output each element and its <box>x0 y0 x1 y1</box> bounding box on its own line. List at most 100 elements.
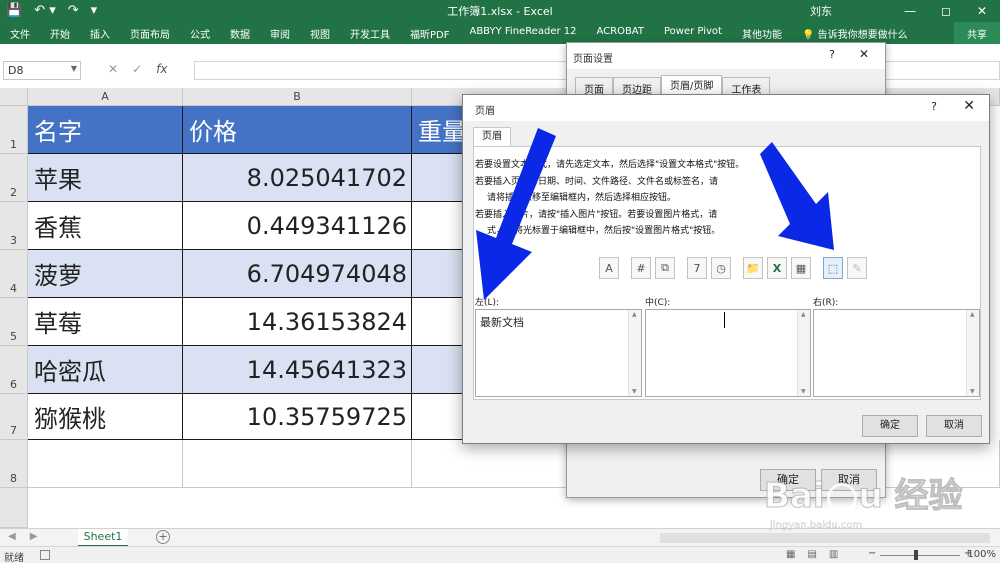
cell-b6[interactable]: 14.45641323 <box>183 346 412 394</box>
next-sheet-icon[interactable]: ▶ <box>30 531 38 542</box>
enter-icon[interactable]: ✓ <box>132 62 142 76</box>
restore-button[interactable]: ◻ <box>928 0 964 22</box>
center-section-input[interactable] <box>645 309 811 397</box>
center-section-scrollbar[interactable] <box>797 310 810 396</box>
header-close-button[interactable]: ✕ <box>963 98 975 114</box>
right-section-input[interactable] <box>813 309 980 397</box>
left-section-input[interactable]: 最新文档 <box>475 309 642 397</box>
right-section-scrollbar[interactable] <box>966 310 979 396</box>
row-header-6[interactable]: 6 <box>0 346 28 394</box>
right-section-label: 右(R): <box>813 298 839 308</box>
share-button[interactable]: 共享 <box>954 22 1000 44</box>
close-window-button[interactable]: ✕ <box>964 0 1000 22</box>
header-dialog: 页眉 ? ✕ 页眉 若要设置文本格式，请先选定文本，然后选择"设置文本格式"按钮… <box>462 94 990 444</box>
cell-b3[interactable]: 0.449341126 <box>183 202 412 250</box>
cell-a5[interactable]: 草莓 <box>28 298 183 346</box>
text-cursor <box>724 312 725 328</box>
macro-record-icon[interactable] <box>40 550 50 560</box>
insert-file-path-icon[interactable]: 📁 <box>743 257 763 279</box>
insert-page-count-icon[interactable]: ⧉ <box>655 257 675 279</box>
zoom-out-button[interactable]: − <box>868 548 876 559</box>
tab-view[interactable]: 视图 <box>310 26 330 41</box>
cell-b1[interactable]: 价格 <box>183 106 412 154</box>
cell-b4[interactable]: 6.704974048 <box>183 250 412 298</box>
sheet-tab-sheet1[interactable]: Sheet1 <box>78 529 128 547</box>
normal-view-icon[interactable]: ▦ <box>786 549 795 560</box>
add-sheet-button[interactable]: + <box>156 530 170 544</box>
instruction-line: 若要设置文本格式，请先选定文本，然后选择"设置文本格式"按钮。 <box>475 160 745 170</box>
column-header-a[interactable]: A <box>28 88 183 106</box>
format-picture-icon[interactable]: ✎ <box>847 257 867 279</box>
cell-a3[interactable]: 香蕉 <box>28 202 183 250</box>
cell-b5[interactable]: 14.36153824 <box>183 298 412 346</box>
zoom-slider-thumb[interactable] <box>914 550 918 560</box>
tab-foxit-pdf[interactable]: 福昕PDF <box>410 26 449 41</box>
insert-time-icon[interactable]: ◷ <box>711 257 731 279</box>
row-header-5[interactable]: 5 <box>0 298 28 346</box>
row-header-1[interactable]: 1 <box>0 106 28 154</box>
tell-me-search[interactable]: 💡 告诉我你想要做什么 <box>802 26 908 41</box>
left-section-scrollbar[interactable] <box>628 310 641 396</box>
header-help-button[interactable]: ? <box>931 100 937 113</box>
page-setup-help-button[interactable]: ? <box>829 48 835 61</box>
page-break-view-icon[interactable]: ▥ <box>829 549 838 560</box>
tab-power-pivot[interactable]: Power Pivot <box>664 26 722 41</box>
tab-file[interactable]: 文件 <box>10 26 30 41</box>
tab-header[interactable]: 页眉 <box>473 127 511 147</box>
column-header-b[interactable]: B <box>183 88 412 106</box>
insert-page-number-icon[interactable]: # <box>631 257 651 279</box>
tab-other[interactable]: 其他功能 <box>742 26 782 41</box>
format-text-icon[interactable]: A <box>599 257 619 279</box>
cell-a6[interactable]: 哈密瓜 <box>28 346 183 394</box>
zoom-slider[interactable] <box>880 555 960 556</box>
insert-function-icon[interactable]: fx <box>156 62 167 76</box>
cell-b8[interactable] <box>183 440 412 488</box>
page-setup-ok-button[interactable]: 确定 <box>760 469 816 491</box>
tab-page-layout[interactable]: 页面布局 <box>130 26 170 41</box>
page-layout-view-icon[interactable]: ▤ <box>807 549 816 560</box>
insert-file-name-icon[interactable]: X <box>767 257 787 279</box>
tab-review[interactable]: 审阅 <box>270 26 290 41</box>
zoom-level[interactable]: 100% <box>967 549 996 560</box>
select-all-corner[interactable] <box>0 88 28 106</box>
tab-acrobat[interactable]: ACROBAT <box>596 26 644 41</box>
user-name[interactable]: 刘东 <box>810 3 832 19</box>
tab-developer[interactable]: 开发工具 <box>350 26 390 41</box>
tab-data[interactable]: 数据 <box>230 26 250 41</box>
name-box[interactable]: D8 ▼ <box>3 61 81 80</box>
tab-home[interactable]: 开始 <box>50 26 70 41</box>
header-cancel-button[interactable]: 取消 <box>926 415 982 437</box>
header-ok-button[interactable]: 确定 <box>862 415 918 437</box>
insert-date-icon[interactable]: 7 <box>687 257 707 279</box>
page-setup-title: 页面设置 <box>567 43 885 69</box>
cell-b7[interactable]: 10.35759725 <box>183 394 412 440</box>
prev-sheet-icon[interactable]: ◀ <box>8 531 16 542</box>
insert-picture-icon[interactable]: ⬚ <box>823 257 843 279</box>
name-box-value: D8 <box>8 64 24 77</box>
cell-a7[interactable]: 猕猴桃 <box>28 394 183 440</box>
cell-a4[interactable]: 菠萝 <box>28 250 183 298</box>
row-header-9[interactable] <box>0 488 28 528</box>
cell-a2[interactable]: 苹果 <box>28 154 183 202</box>
instruction-line: 若要插入页码、日期、时间、文件路径、文件名或标签名，请 <box>475 176 719 187</box>
cancel-icon[interactable]: ✕ <box>108 62 118 76</box>
cell-b2[interactable]: 8.025041702 <box>183 154 412 202</box>
horizontal-scrollbar[interactable] <box>660 533 990 543</box>
cell-a8[interactable] <box>28 440 183 488</box>
tab-insert[interactable]: 插入 <box>90 26 110 41</box>
left-section-text: 最新文档 <box>480 316 524 329</box>
row-header-4[interactable]: 4 <box>0 250 28 298</box>
page-setup-cancel-button[interactable]: 取消 <box>821 469 877 491</box>
row-header-3[interactable]: 3 <box>0 202 28 250</box>
cell-a1[interactable]: 名字 <box>28 106 183 154</box>
status-ready: 就绪 <box>4 553 24 564</box>
tab-formulas[interactable]: 公式 <box>190 26 210 41</box>
chevron-down-icon[interactable]: ▼ <box>71 64 77 73</box>
row-header-8[interactable]: 8 <box>0 440 28 488</box>
insert-sheet-name-icon[interactable]: ▦ <box>791 257 811 279</box>
row-header-2[interactable]: 2 <box>0 154 28 202</box>
tab-abbyy[interactable]: ABBYY FineReader 12 <box>469 26 576 41</box>
row-header-7[interactable]: 7 <box>0 394 28 440</box>
page-setup-close-button[interactable]: ✕ <box>859 47 869 61</box>
minimize-button[interactable]: — <box>892 0 928 22</box>
